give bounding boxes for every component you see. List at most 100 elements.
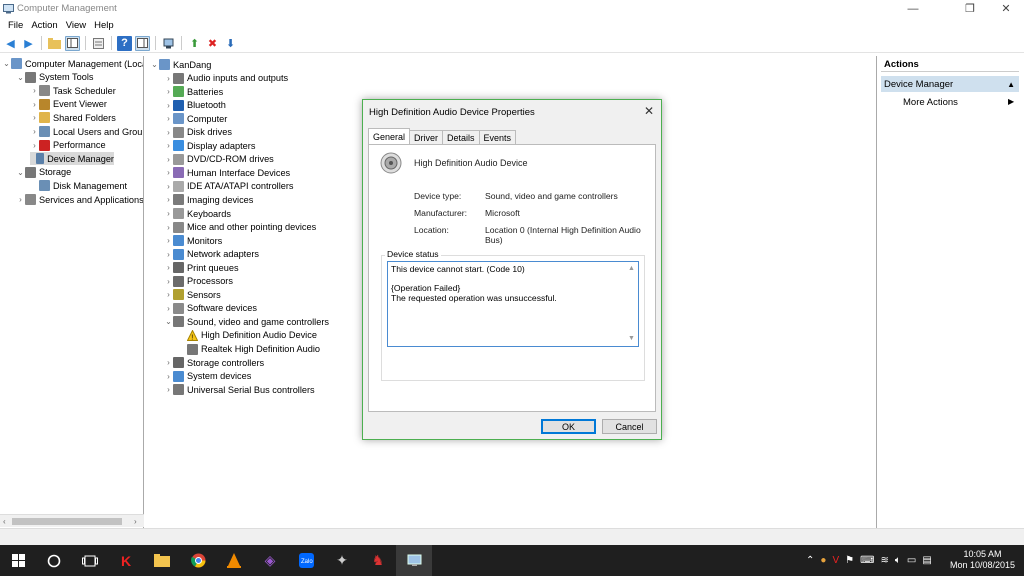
- device-category[interactable]: › IDE ATA/ATAPI controllers: [164, 180, 294, 193]
- scroll-left-icon[interactable]: ‹: [3, 517, 6, 526]
- computer-management-taskbar-icon[interactable]: [396, 545, 432, 576]
- nav-item-disk-management[interactable]: Disk Management: [30, 179, 127, 192]
- tab-driver[interactable]: Driver: [409, 130, 444, 144]
- collapsed-chevron-icon[interactable]: ›: [164, 87, 173, 96]
- collapsed-chevron-icon[interactable]: ›: [30, 127, 39, 136]
- expanded-chevron-icon[interactable]: ⌄: [2, 59, 11, 68]
- back-arrow-icon[interactable]: ◀: [3, 36, 18, 51]
- nav-item-performance[interactable]: › Performance: [30, 139, 106, 152]
- device-category[interactable]: › System devices: [164, 370, 251, 383]
- collapsed-chevron-icon[interactable]: ›: [164, 168, 173, 177]
- device-item[interactable]: Realtek High Definition Audio: [178, 343, 320, 356]
- device-category[interactable]: › Display adapters: [164, 139, 255, 152]
- collapsed-chevron-icon[interactable]: ›: [164, 372, 173, 381]
- tab-general[interactable]: General: [368, 128, 411, 144]
- show-hidden-icons-icon[interactable]: ⌃: [806, 555, 814, 566]
- cortana-search-icon[interactable]: [36, 545, 72, 576]
- device-category[interactable]: › Processors: [164, 275, 233, 288]
- nav-item-computer-management-local[interactable]: ⌄ Computer Management (Local: [2, 57, 143, 70]
- device-category[interactable]: ⌄ Sound, video and game controllers: [164, 315, 329, 328]
- scroll-up-icon[interactable]: ▲: [628, 264, 635, 274]
- collapsed-chevron-icon[interactable]: ›: [164, 358, 173, 367]
- clock[interactable]: 10:05 AM Mon 10/08/2015: [950, 549, 1015, 571]
- device-category[interactable]: › Storage controllers: [164, 356, 264, 369]
- collapsed-chevron-icon[interactable]: ›: [164, 290, 173, 299]
- scrollbar-thumb[interactable]: [12, 518, 122, 525]
- zalo-icon[interactable]: Zalo: [288, 545, 324, 576]
- collapsed-chevron-icon[interactable]: ›: [164, 277, 173, 286]
- device-category[interactable]: › DVD/CD-ROM drives: [164, 153, 274, 166]
- enable-device-icon[interactable]: ⬇: [223, 36, 238, 51]
- device-category[interactable]: › Disk drives: [164, 126, 232, 139]
- collapsed-chevron-icon[interactable]: ›: [164, 74, 173, 83]
- collapsed-chevron-icon[interactable]: ›: [164, 182, 173, 191]
- tray-app-icon[interactable]: ●: [820, 555, 826, 566]
- more-actions-link[interactable]: More Actions: [903, 97, 958, 108]
- nav-item-system-tools[interactable]: ⌄ System Tools: [16, 71, 93, 84]
- scan-hardware-icon[interactable]: [161, 36, 176, 51]
- tab-events[interactable]: Events: [478, 130, 517, 144]
- collapsed-chevron-icon[interactable]: ›: [164, 128, 173, 137]
- scroll-down-icon[interactable]: ▼: [628, 334, 635, 344]
- wifi-icon[interactable]: ≋: [881, 555, 889, 566]
- minimize-button[interactable]: —: [896, 0, 930, 17]
- menu-help[interactable]: Help: [90, 20, 118, 31]
- more-actions-arrow-icon[interactable]: ▶: [1008, 97, 1014, 106]
- close-button[interactable]: ✕: [989, 0, 1023, 17]
- device-category[interactable]: › Keyboards: [164, 207, 231, 220]
- vlc-icon[interactable]: [216, 545, 252, 576]
- show-hide-tree-icon[interactable]: [65, 35, 80, 51]
- collapsed-chevron-icon[interactable]: ›: [30, 113, 39, 122]
- ok-button[interactable]: OK: [541, 419, 596, 434]
- actions-device-manager[interactable]: Device Manager ▲: [881, 76, 1019, 92]
- menu-view[interactable]: View: [62, 20, 90, 31]
- scroll-right-icon[interactable]: ›: [134, 517, 137, 526]
- kaspersky-icon[interactable]: K: [108, 545, 144, 576]
- device-category[interactable]: › Sensors: [164, 288, 221, 301]
- forward-arrow-icon[interactable]: ▶: [21, 36, 36, 51]
- nav-item-local-users-and-groups[interactable]: › Local Users and Groups: [30, 125, 143, 138]
- uninstall-device-icon[interactable]: ✖: [205, 36, 220, 51]
- device-category[interactable]: › Print queues: [164, 261, 239, 274]
- visual-studio-icon[interactable]: ◈: [252, 545, 288, 576]
- help-icon[interactable]: ?: [117, 35, 132, 51]
- expanded-chevron-icon[interactable]: ⌄: [164, 317, 173, 326]
- device-category[interactable]: › Computer: [164, 112, 227, 125]
- device-tree-root[interactable]: ⌄ KanDang: [150, 58, 211, 71]
- device-category[interactable]: › Mice and other pointing devices: [164, 221, 316, 234]
- device-category[interactable]: › Universal Serial Bus controllers: [164, 383, 315, 396]
- task-view-icon[interactable]: [72, 545, 108, 576]
- expanded-chevron-icon[interactable]: ⌄: [16, 168, 25, 177]
- show-action-pane-icon[interactable]: [135, 35, 150, 51]
- collapsed-chevron-icon[interactable]: ›: [164, 209, 173, 218]
- device-category[interactable]: › Bluetooth: [164, 99, 226, 112]
- tray-keyboard-icon[interactable]: ⌨: [860, 555, 874, 566]
- collapsed-chevron-icon[interactable]: ›: [164, 155, 173, 164]
- device-category[interactable]: › Audio inputs and outputs: [164, 72, 288, 85]
- properties-icon[interactable]: [91, 36, 106, 51]
- collapsed-chevron-icon[interactable]: ›: [164, 385, 173, 394]
- cancel-button[interactable]: Cancel: [602, 419, 657, 434]
- nav-item-services-and-applications[interactable]: › Services and Applications: [16, 193, 143, 206]
- menu-file[interactable]: File: [4, 20, 27, 31]
- device-status-textbox[interactable]: This device cannot start. (Code 10) {Ope…: [387, 261, 639, 347]
- collapsed-chevron-icon[interactable]: ›: [30, 141, 39, 150]
- device-category[interactable]: › Monitors: [164, 234, 222, 247]
- nav-item-storage[interactable]: ⌄ Storage: [16, 166, 71, 179]
- expanded-chevron-icon[interactable]: ⌄: [16, 73, 25, 82]
- collapsed-chevron-icon[interactable]: ›: [164, 236, 173, 245]
- notifications-icon[interactable]: ▤: [922, 555, 931, 566]
- start-windows-icon[interactable]: [0, 545, 36, 576]
- tab-details[interactable]: Details: [442, 130, 480, 144]
- battery-icon[interactable]: ▭: [907, 555, 916, 566]
- collapsed-chevron-icon[interactable]: ›: [164, 263, 173, 272]
- expanded-chevron-icon[interactable]: ⌄: [150, 60, 159, 69]
- horizontal-scrollbar[interactable]: ‹ ›: [0, 514, 144, 527]
- nav-item-task-scheduler[interactable]: › Task Scheduler: [30, 84, 116, 97]
- collapse-up-icon[interactable]: ▲: [1007, 80, 1015, 89]
- device-category[interactable]: › Software devices: [164, 302, 257, 315]
- update-driver-icon[interactable]: ⬆: [187, 36, 202, 51]
- file-explorer-icon[interactable]: [144, 545, 180, 576]
- tray-kaspersky-icon[interactable]: V: [832, 555, 839, 566]
- dialog-close-icon[interactable]: ✕: [644, 104, 654, 118]
